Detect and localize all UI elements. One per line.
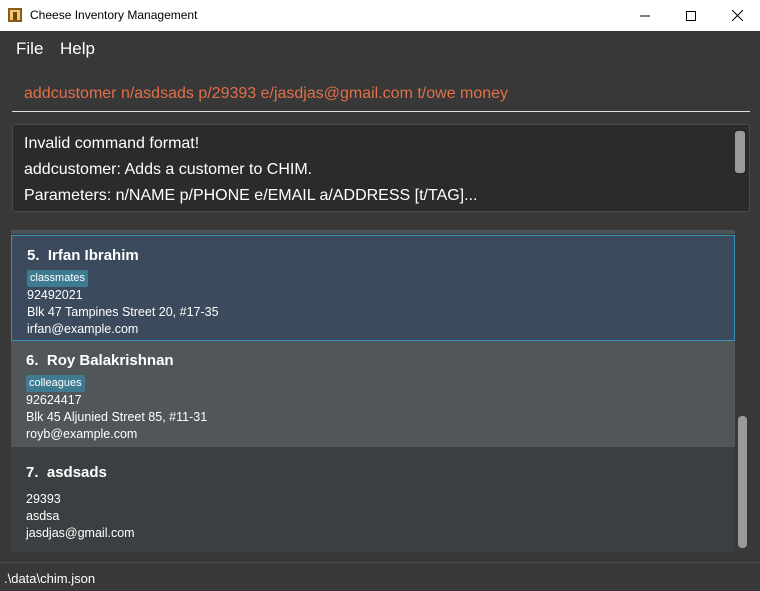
customer-name-text: Irfan Ibrahim — [47, 247, 139, 264]
maximize-button[interactable] — [668, 0, 714, 31]
customer-card[interactable]: 7. asdsads 29393 asdsa jasdjas@gmail.com — [11, 447, 735, 552]
close-button[interactable] — [714, 0, 760, 31]
result-line: Invalid command format! — [24, 135, 200, 152]
customer-address: Blk 45 Aljunied Street 85, #11-31 — [26, 410, 208, 424]
tag-badge: classmates — [27, 270, 89, 287]
customer-phone: 92624417 — [26, 393, 82, 407]
customer-index: 7. — [26, 464, 39, 481]
customer-name: 5. Irfan Ibrahim — [27, 247, 139, 264]
status-bar: .\data\chim.json — [0, 562, 760, 591]
customer-name-text: Roy Balakrishnan — [46, 352, 174, 369]
data-file-path: .\data\chim.json — [4, 571, 96, 586]
customer-phone: 29393 — [26, 492, 61, 506]
tag-badge: colleagues — [26, 375, 85, 392]
partial-card — [11, 230, 735, 234]
app-icon — [8, 8, 22, 22]
customer-address: Blk 47 Tampines Street 20, #17-35 — [27, 305, 219, 319]
title-bar: Cheese Inventory Management — [0, 0, 760, 31]
window-title: Cheese Inventory Management — [30, 8, 198, 22]
close-icon — [731, 10, 743, 21]
customer-card[interactable]: 5. Irfan Ibrahim classmates 92492021 Blk… — [11, 235, 735, 341]
customer-card[interactable]: 6. Roy Balakrishnan colleagues 92624417 … — [11, 341, 735, 447]
result-display[interactable]: Invalid command format! addcustomer: Add… — [12, 124, 750, 212]
customer-name-text: asdsads — [46, 464, 107, 481]
result-scrollbar[interactable] — [735, 131, 745, 173]
minimize-button[interactable] — [622, 0, 668, 31]
customer-index: 5. — [27, 247, 40, 264]
result-line: Parameters: n/NAME p/PHONE e/EMAIL a/ADD… — [24, 187, 478, 204]
minimize-icon — [640, 15, 650, 16]
customer-name: 6. Roy Balakrishnan — [26, 352, 174, 369]
result-line: addcustomer: Adds a customer to CHIM. — [24, 161, 313, 178]
customer-phone: 92492021 — [27, 288, 83, 302]
customer-email: jasdjas@gmail.com — [26, 526, 135, 540]
customer-email: royb@example.com — [26, 427, 138, 441]
menu-file[interactable]: File — [16, 39, 43, 59]
menu-help[interactable]: Help — [60, 39, 95, 59]
maximize-icon — [686, 10, 696, 21]
command-input[interactable] — [12, 76, 750, 112]
list-scrollbar-thumb[interactable] — [738, 416, 747, 548]
customer-list[interactable]: 5. Irfan Ibrahim classmates 92492021 Blk… — [11, 230, 735, 552]
list-scrollbar[interactable] — [736, 230, 750, 552]
customer-name: 7. asdsads — [26, 464, 107, 481]
menu-bar: File Help — [0, 31, 760, 64]
customer-address: asdsa — [26, 509, 60, 523]
customer-index: 6. — [26, 352, 39, 369]
command-box — [0, 64, 760, 118]
customer-email: irfan@example.com — [27, 322, 139, 336]
customer-list-area: 5. Irfan Ibrahim classmates 92492021 Blk… — [0, 218, 760, 562]
